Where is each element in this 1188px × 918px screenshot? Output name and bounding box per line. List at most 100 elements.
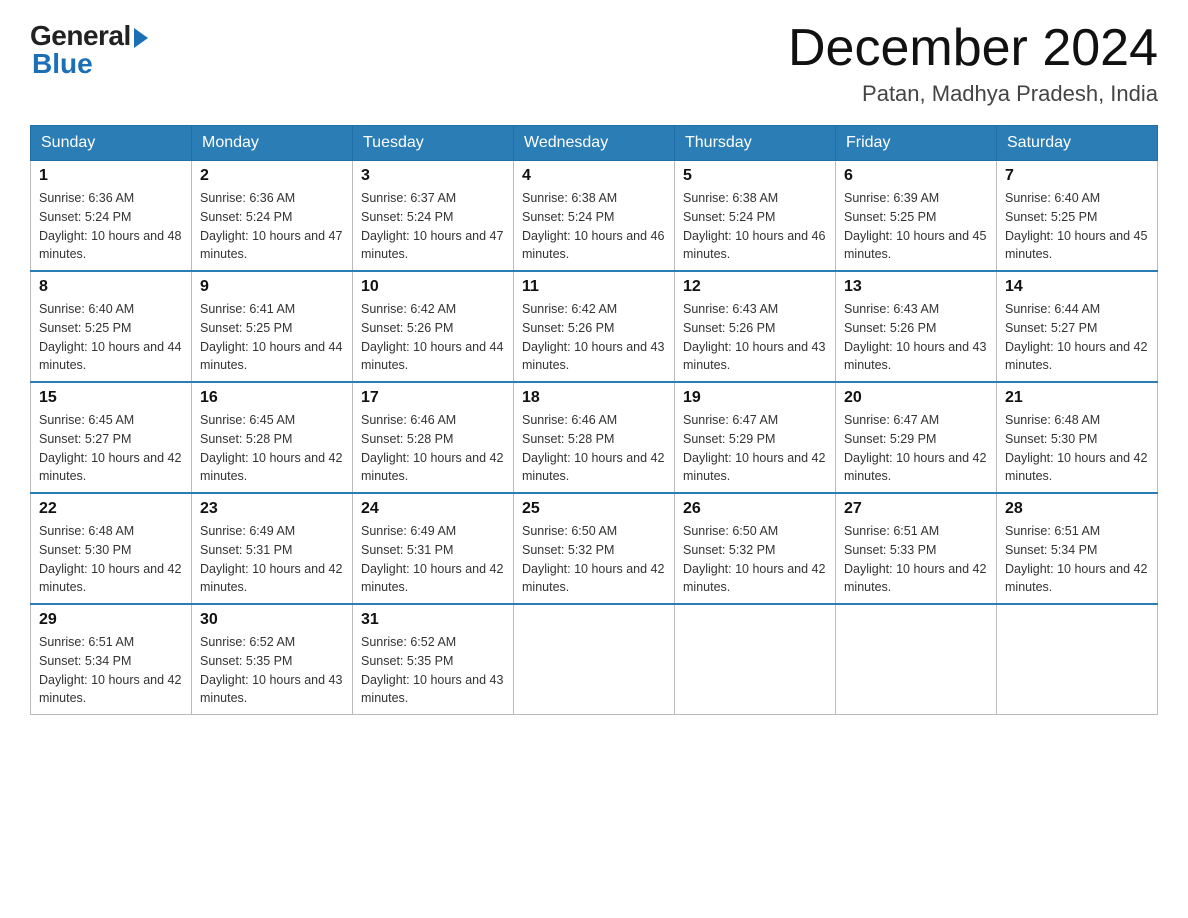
day-number: 22 (39, 500, 183, 518)
day-number: 21 (1005, 389, 1149, 407)
day-number: 8 (39, 278, 183, 296)
title-block: December 2024 Patan, Madhya Pradesh, Ind… (788, 20, 1158, 107)
day-number: 12 (683, 278, 827, 296)
calendar-cell: 24 Sunrise: 6:49 AMSunset: 5:31 PMDayligh… (353, 493, 514, 604)
weekday-header-thursday: Thursday (675, 126, 836, 161)
calendar-cell: 11Sunrise: 6:42 AMSunset: 5:26 PMDayligh… (514, 271, 675, 382)
day-info: Sunrise: 6:46 AMSunset: 5:28 PMDaylight:… (522, 411, 666, 486)
calendar-week-row: 22 Sunrise: 6:48 AMSunset: 5:30 PMDayligh… (31, 493, 1158, 604)
calendar-week-row: 1 Sunrise: 6:36 AMSunset: 5:24 PMDaylight… (31, 161, 1158, 272)
calendar-cell: 15 Sunrise: 6:45 AMSunset: 5:27 PMDayligh… (31, 382, 192, 493)
weekday-header-friday: Friday (836, 126, 997, 161)
day-info: Sunrise: 6:51 AMSunset: 5:34 PMDaylight:… (39, 633, 183, 708)
day-number: 7 (1005, 167, 1149, 185)
day-info: Sunrise: 6:44 AMSunset: 5:27 PMDaylight:… (1005, 300, 1149, 375)
weekday-header-monday: Monday (192, 126, 353, 161)
day-number: 23 (200, 500, 344, 518)
logo-blue-text: Blue (32, 48, 93, 80)
day-info: Sunrise: 6:38 AMSunset: 5:24 PMDaylight:… (522, 189, 666, 264)
logo: General Blue (30, 20, 148, 80)
day-info: Sunrise: 6:52 AMSunset: 5:35 PMDaylight:… (200, 633, 344, 708)
day-info: Sunrise: 6:50 AMSunset: 5:32 PMDaylight:… (522, 522, 666, 597)
calendar-cell: 5 Sunrise: 6:38 AMSunset: 5:24 PMDaylight… (675, 161, 836, 272)
calendar-cell: 8 Sunrise: 6:40 AMSunset: 5:25 PMDaylight… (31, 271, 192, 382)
day-info: Sunrise: 6:45 AMSunset: 5:27 PMDaylight:… (39, 411, 183, 486)
calendar-cell: 12Sunrise: 6:43 AMSunset: 5:26 PMDayligh… (675, 271, 836, 382)
day-info: Sunrise: 6:39 AMSunset: 5:25 PMDaylight:… (844, 189, 988, 264)
calendar-cell: 21Sunrise: 6:48 AMSunset: 5:30 PMDayligh… (997, 382, 1158, 493)
calendar-cell: 31Sunrise: 6:52 AMSunset: 5:35 PMDayligh… (353, 604, 514, 715)
day-number: 9 (200, 278, 344, 296)
calendar-week-row: 8 Sunrise: 6:40 AMSunset: 5:25 PMDaylight… (31, 271, 1158, 382)
day-info: Sunrise: 6:40 AMSunset: 5:25 PMDaylight:… (1005, 189, 1149, 264)
day-number: 25 (522, 500, 666, 518)
calendar-week-row: 29 Sunrise: 6:51 AMSunset: 5:34 PMDayligh… (31, 604, 1158, 715)
day-info: Sunrise: 6:48 AMSunset: 5:30 PMDaylight:… (39, 522, 183, 597)
day-info: Sunrise: 6:42 AMSunset: 5:26 PMDaylight:… (522, 300, 666, 375)
calendar-table: SundayMondayTuesdayWednesdayThursdayFrid… (30, 125, 1158, 715)
day-info: Sunrise: 6:46 AMSunset: 5:28 PMDaylight:… (361, 411, 505, 486)
day-info: Sunrise: 6:51 AMSunset: 5:34 PMDaylight:… (1005, 522, 1149, 597)
calendar-cell: 26Sunrise: 6:50 AMSunset: 5:32 PMDayligh… (675, 493, 836, 604)
calendar-cell: 22 Sunrise: 6:48 AMSunset: 5:30 PMDayligh… (31, 493, 192, 604)
day-number: 30 (200, 611, 344, 629)
day-number: 2 (200, 167, 344, 185)
day-info: Sunrise: 6:41 AMSunset: 5:25 PMDaylight:… (200, 300, 344, 375)
day-info: Sunrise: 6:37 AMSunset: 5:24 PMDaylight:… (361, 189, 505, 264)
day-info: Sunrise: 6:36 AMSunset: 5:24 PMDaylight:… (200, 189, 344, 264)
day-number: 6 (844, 167, 988, 185)
calendar-cell: 9 Sunrise: 6:41 AMSunset: 5:25 PMDaylight… (192, 271, 353, 382)
day-number: 27 (844, 500, 988, 518)
weekday-header-tuesday: Tuesday (353, 126, 514, 161)
day-info: Sunrise: 6:47 AMSunset: 5:29 PMDaylight:… (683, 411, 827, 486)
day-number: 19 (683, 389, 827, 407)
calendar-cell: 23 Sunrise: 6:49 AMSunset: 5:31 PMDayligh… (192, 493, 353, 604)
day-number: 3 (361, 167, 505, 185)
day-number: 26 (683, 500, 827, 518)
calendar-cell: 13 Sunrise: 6:43 AMSunset: 5:26 PMDayligh… (836, 271, 997, 382)
day-number: 24 (361, 500, 505, 518)
day-info: Sunrise: 6:40 AMSunset: 5:25 PMDaylight:… (39, 300, 183, 375)
day-number: 29 (39, 611, 183, 629)
day-number: 18 (522, 389, 666, 407)
calendar-cell (997, 604, 1158, 715)
day-info: Sunrise: 6:36 AMSunset: 5:24 PMDaylight:… (39, 189, 183, 264)
calendar-cell: 18 Sunrise: 6:46 AMSunset: 5:28 PMDayligh… (514, 382, 675, 493)
day-info: Sunrise: 6:42 AMSunset: 5:26 PMDaylight:… (361, 300, 505, 375)
day-number: 13 (844, 278, 988, 296)
calendar-cell: 7 Sunrise: 6:40 AMSunset: 5:25 PMDaylight… (997, 161, 1158, 272)
calendar-cell: 10 Sunrise: 6:42 AMSunset: 5:26 PMDayligh… (353, 271, 514, 382)
day-info: Sunrise: 6:51 AMSunset: 5:33 PMDaylight:… (844, 522, 988, 597)
day-number: 5 (683, 167, 827, 185)
calendar-cell: 27 Sunrise: 6:51 AMSunset: 5:33 PMDayligh… (836, 493, 997, 604)
calendar-cell: 25 Sunrise: 6:50 AMSunset: 5:32 PMDayligh… (514, 493, 675, 604)
day-info: Sunrise: 6:38 AMSunset: 5:24 PMDaylight:… (683, 189, 827, 264)
weekday-header-row: SundayMondayTuesdayWednesdayThursdayFrid… (31, 126, 1158, 161)
page-header: General Blue December 2024 Patan, Madhya… (30, 20, 1158, 107)
calendar-cell: 6 Sunrise: 6:39 AMSunset: 5:25 PMDaylight… (836, 161, 997, 272)
day-info: Sunrise: 6:52 AMSunset: 5:35 PMDaylight:… (361, 633, 505, 708)
calendar-cell (836, 604, 997, 715)
day-info: Sunrise: 6:45 AMSunset: 5:28 PMDaylight:… (200, 411, 344, 486)
calendar-cell: 29 Sunrise: 6:51 AMSunset: 5:34 PMDayligh… (31, 604, 192, 715)
calendar-cell: 14Sunrise: 6:44 AMSunset: 5:27 PMDayligh… (997, 271, 1158, 382)
calendar-cell: 17 Sunrise: 6:46 AMSunset: 5:28 PMDayligh… (353, 382, 514, 493)
calendar-cell: 2 Sunrise: 6:36 AMSunset: 5:24 PMDaylight… (192, 161, 353, 272)
day-number: 1 (39, 167, 183, 185)
day-number: 17 (361, 389, 505, 407)
calendar-week-row: 15 Sunrise: 6:45 AMSunset: 5:27 PMDayligh… (31, 382, 1158, 493)
day-info: Sunrise: 6:43 AMSunset: 5:26 PMDaylight:… (844, 300, 988, 375)
calendar-cell: 28 Sunrise: 6:51 AMSunset: 5:34 PMDayligh… (997, 493, 1158, 604)
day-number: 28 (1005, 500, 1149, 518)
calendar-cell: 20Sunrise: 6:47 AMSunset: 5:29 PMDayligh… (836, 382, 997, 493)
calendar-cell: 3 Sunrise: 6:37 AMSunset: 5:24 PMDaylight… (353, 161, 514, 272)
day-info: Sunrise: 6:49 AMSunset: 5:31 PMDaylight:… (200, 522, 344, 597)
day-number: 20 (844, 389, 988, 407)
day-info: Sunrise: 6:49 AMSunset: 5:31 PMDaylight:… (361, 522, 505, 597)
day-number: 10 (361, 278, 505, 296)
calendar-cell: 16Sunrise: 6:45 AMSunset: 5:28 PMDayligh… (192, 382, 353, 493)
day-number: 15 (39, 389, 183, 407)
calendar-cell (675, 604, 836, 715)
logo-arrow-icon (134, 28, 148, 48)
location-text: Patan, Madhya Pradesh, India (788, 81, 1158, 107)
